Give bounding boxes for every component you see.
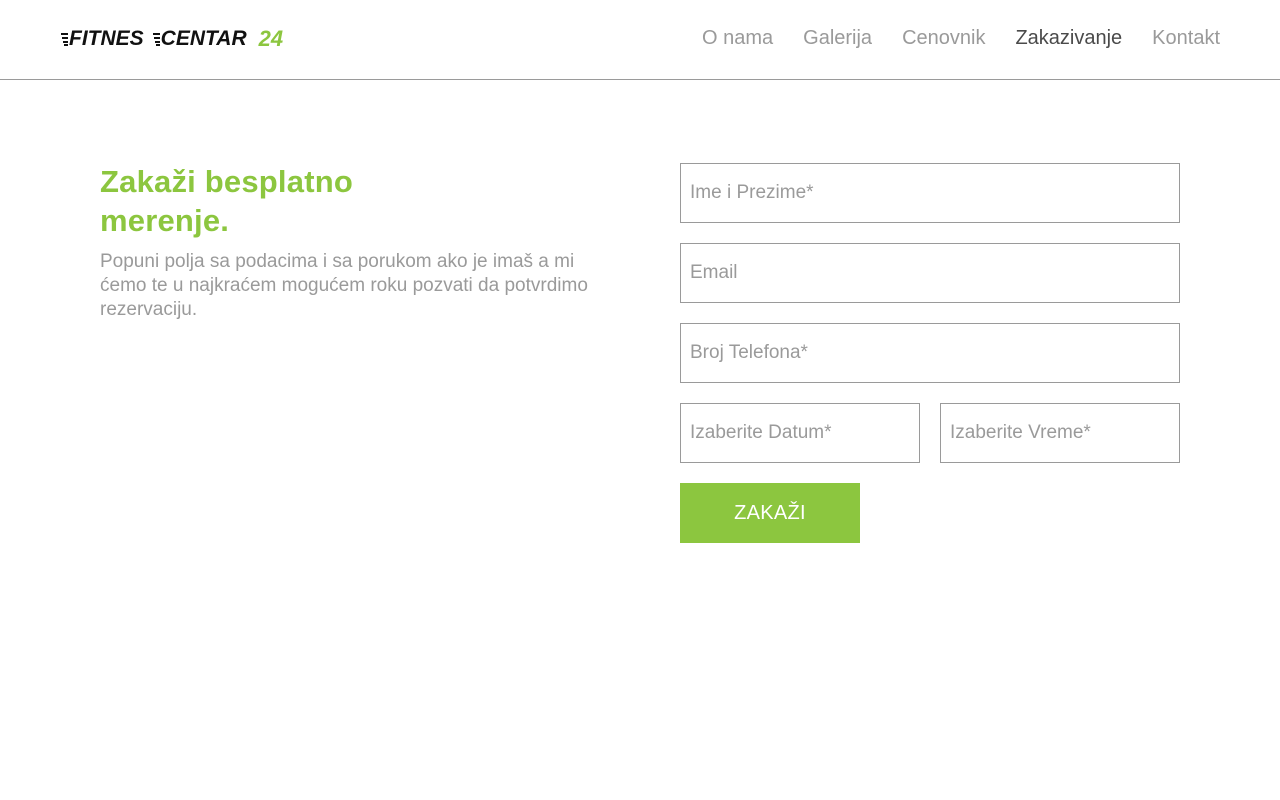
main-nav: O nama Galerija Cenovnik Zakazivanje Kon…	[702, 26, 1220, 50]
logo-word-centar-text: CENTAR	[160, 27, 247, 50]
logo-wordmark: FITNES CENTAR 24	[60, 28, 283, 50]
logo-word-fitnes-text: FITNES	[69, 27, 144, 50]
date-time-row	[680, 403, 1180, 483]
nav-item-kontakt[interactable]: Kontakt	[1152, 26, 1220, 50]
page-title: Zakaži besplatno merenje.	[100, 164, 353, 238]
booking-intro: Zakaži besplatno merenje. Popuni polja s…	[100, 162, 590, 322]
email-field[interactable]	[680, 243, 1180, 303]
logo-number: 24	[258, 26, 284, 51]
date-field[interactable]	[680, 403, 920, 463]
logo-word-fitnes: FITNES	[60, 28, 144, 50]
name-field[interactable]	[680, 163, 1180, 223]
phone-field[interactable]	[680, 323, 1180, 383]
site-header: FITNES CENTAR 24 O nama Galerija Cenovni…	[0, 0, 1280, 80]
time-field[interactable]	[940, 403, 1180, 463]
submit-booking-button[interactable]: ZAKAŽI	[680, 483, 860, 543]
speed-lines-icon	[61, 33, 68, 46]
nav-item-zakazivanje[interactable]: Zakazivanje	[1015, 26, 1122, 50]
nav-item-o-nama[interactable]: O nama	[702, 26, 773, 50]
booking-form: ZAKAŽI	[680, 163, 1180, 543]
logo-word-centar: CENTAR	[152, 28, 247, 50]
nav-item-cenovnik[interactable]: Cenovnik	[902, 26, 985, 50]
speed-lines-icon	[152, 33, 160, 46]
logo[interactable]: FITNES CENTAR 24	[60, 28, 283, 50]
intro-description: Popuni polja sa podacima i sa porukom ak…	[100, 251, 588, 320]
nav-item-galerija[interactable]: Galerija	[803, 26, 872, 50]
